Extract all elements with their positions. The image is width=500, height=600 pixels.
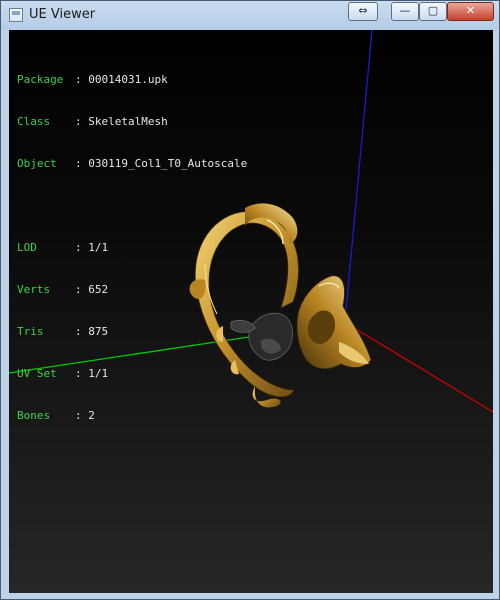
info-row-lod: LOD: 1/1: [17, 241, 109, 254]
info-row-verts: Verts: 652: [17, 283, 109, 296]
maximize-button[interactable]: ▢: [419, 2, 447, 21]
info-label: LOD: [17, 241, 37, 254]
resize-button[interactable]: ⇔: [348, 2, 378, 21]
x-axis-line: [345, 322, 493, 413]
info-value: 030119_Col1_T0_Autoscale: [88, 157, 248, 170]
info-label: Package: [17, 73, 64, 86]
title-bar[interactable]: UE Viewer ⇔ — ▢ ✕: [1, 1, 499, 30]
info-value: 2: [88, 409, 95, 422]
info-value: 875: [88, 325, 109, 338]
info-label: Class: [17, 115, 51, 128]
info-value: 1/1: [88, 367, 109, 380]
info-label: UV Set: [17, 367, 57, 380]
info-label: Verts: [17, 283, 51, 296]
info-value: 652: [88, 283, 109, 296]
close-button[interactable]: ✕: [447, 2, 494, 21]
info-value: 1/1: [88, 241, 109, 254]
mesh-info-panel: Package: 00014031.upk Class: SkeletalMes…: [17, 45, 247, 451]
info-label: Tris: [17, 325, 44, 338]
window-title: UE Viewer: [29, 7, 96, 22]
app-window: UE Viewer ⇔ — ▢ ✕ Package: 00014031.upk…: [0, 0, 500, 600]
info-label: Bones: [17, 409, 51, 422]
info-row-tris: Tris: 875: [17, 325, 109, 338]
z-axis-line: [345, 30, 373, 311]
minimize-button[interactable]: —: [391, 2, 419, 21]
info-row-object: Object: 030119_Col1_T0_Autoscale: [17, 157, 248, 170]
info-row-class: Class: SkeletalMesh: [17, 115, 168, 128]
app-icon: [9, 8, 23, 22]
info-row-uvset: UV Set: 1/1: [17, 367, 109, 380]
3d-viewport[interactable]: Package: 00014031.upk Class: SkeletalMes…: [9, 30, 493, 593]
info-row-package: Package: 00014031.upk: [17, 73, 168, 86]
info-value: SkeletalMesh: [88, 115, 168, 128]
info-label: Object: [17, 157, 57, 170]
info-row-bones: Bones: 2: [17, 409, 95, 422]
info-value: 00014031.upk: [88, 73, 168, 86]
